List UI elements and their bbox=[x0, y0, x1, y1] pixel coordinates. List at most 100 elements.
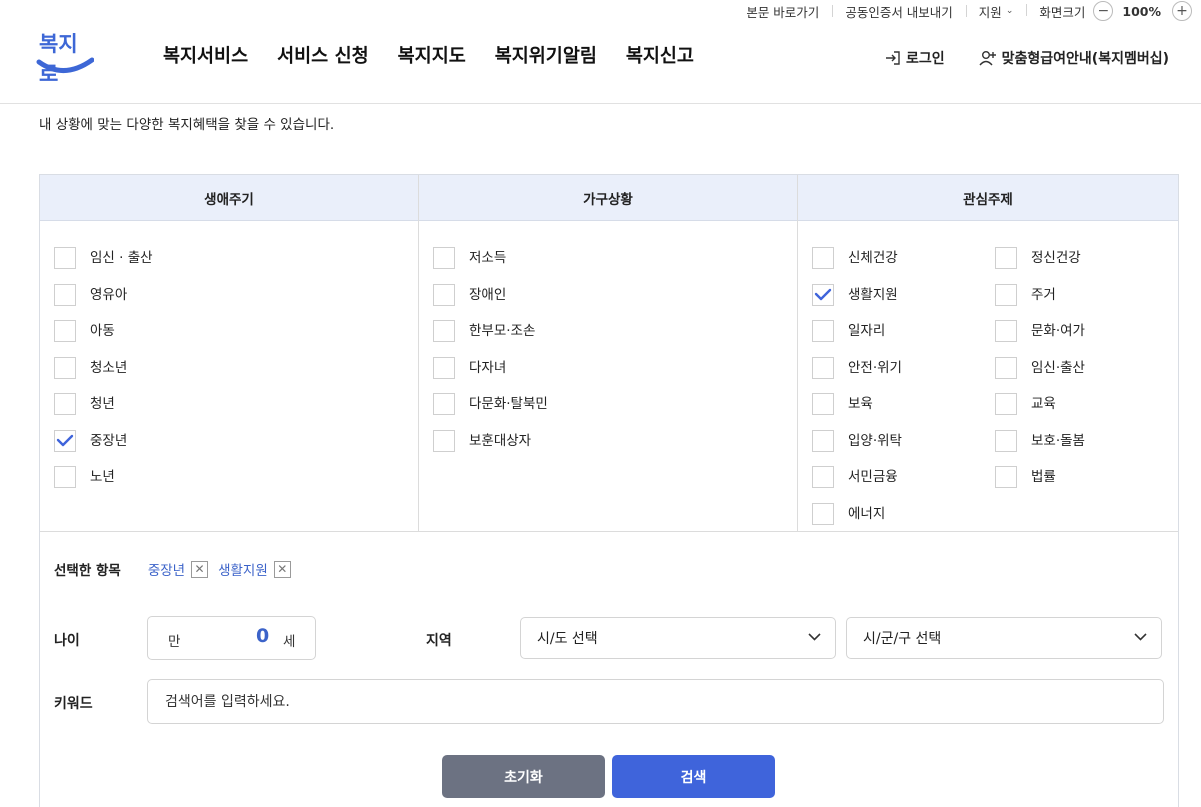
checkbox[interactable] bbox=[54, 283, 76, 306]
checkbox-item[interactable]: 다문화·탈북민 bbox=[433, 393, 797, 430]
checkbox[interactable] bbox=[54, 429, 76, 452]
checkbox-item[interactable]: 보육 bbox=[812, 393, 995, 430]
checkbox-item[interactable]: 정신건강 bbox=[995, 247, 1178, 284]
checkbox[interactable] bbox=[433, 283, 455, 306]
interest-list-left: 신체건강생활지원 일자리안전·위기보육 입양·위탁 서민금융 에너지 bbox=[812, 247, 995, 539]
close-icon[interactable]: ✕ bbox=[273, 560, 291, 578]
check-icon bbox=[56, 434, 74, 446]
checkbox-item[interactable]: 에너지 bbox=[812, 502, 995, 540]
utility-bar: 본문 바로가기 공동인증서 내보내기 지원 ⌄ 화면크기 − 100% + bbox=[733, 0, 1201, 22]
checkbox-item[interactable]: 주거 bbox=[995, 283, 1178, 321]
checkbox-item[interactable]: 중장년 bbox=[54, 429, 418, 467]
interest-column: 관심주제 신체건강 생활지원 일자리 안전·위기 보육 입양·위탁 서민금융 에너지 정신건강… bbox=[798, 175, 1178, 531]
chevron-down-icon bbox=[808, 633, 821, 641]
nav-crisis-alert[interactable]: 복지위기알림 bbox=[495, 42, 597, 68]
checkbox-item[interactable]: 청년 bbox=[54, 393, 418, 430]
membership-button[interactable]: 맞춤형급여안내(복지멤버십) bbox=[979, 48, 1169, 68]
checkbox[interactable] bbox=[433, 247, 455, 269]
skip-to-content-link[interactable]: 본문 바로가기 bbox=[733, 2, 832, 21]
nav-welfare-map[interactable]: 복지지도 bbox=[398, 42, 466, 68]
checkbox[interactable] bbox=[995, 283, 1017, 306]
checkbox-item[interactable]: 보훈대상자 bbox=[433, 429, 797, 467]
zoom-in-button[interactable]: + bbox=[1172, 1, 1192, 21]
checkbox-label: 장애인 bbox=[469, 286, 507, 303]
sigungu-select[interactable]: 시/군/구 선택 bbox=[846, 617, 1162, 659]
checkbox-label: 신체건강 bbox=[848, 250, 898, 266]
checkbox[interactable] bbox=[812, 356, 834, 379]
nav-welfare-report[interactable]: 복지신고 bbox=[626, 42, 694, 68]
checkbox[interactable] bbox=[54, 356, 76, 379]
selected-items-row: 선택한 항목 중장년 ✕ 생활지원 ✕ bbox=[54, 559, 301, 579]
support-dropdown[interactable]: 지원 ⌄ bbox=[965, 2, 1027, 21]
region-label: 지역 bbox=[426, 633, 452, 649]
site-header: 복지로 복지서비스 서비스 신청 복지지도 복지위기알림 복지신고 로그인 맞춤… bbox=[0, 22, 1201, 104]
checkbox-item[interactable]: 법률 bbox=[995, 466, 1178, 503]
checkbox-item[interactable]: 임신 · 출산 bbox=[54, 247, 418, 284]
checkbox-item[interactable]: 임신·출산 bbox=[995, 356, 1178, 394]
age-input[interactable]: 만 0 세 bbox=[147, 616, 316, 660]
checkbox[interactable] bbox=[995, 393, 1017, 415]
checkbox-item[interactable]: 입양·위탁 bbox=[812, 429, 995, 467]
keyword-input[interactable] bbox=[147, 679, 1164, 724]
checkbox-item[interactable]: 서민금융 bbox=[812, 466, 995, 503]
checkbox[interactable] bbox=[812, 429, 834, 452]
checkbox[interactable] bbox=[812, 393, 834, 415]
checkbox[interactable] bbox=[433, 393, 455, 415]
checkbox-item[interactable]: 생활지원 bbox=[812, 283, 995, 321]
intro-text: 내 상황에 맞는 다양한 복지혜택을 찾을 수 있습니다. bbox=[39, 117, 335, 133]
checkbox[interactable] bbox=[812, 502, 834, 525]
checkbox[interactable] bbox=[812, 320, 834, 342]
checkbox[interactable] bbox=[433, 429, 455, 452]
checkbox[interactable] bbox=[995, 247, 1017, 269]
plus-icon: + bbox=[1176, 3, 1188, 19]
zoom-out-button[interactable]: − bbox=[1093, 1, 1114, 21]
checkbox-item[interactable]: 한부모·조손 bbox=[433, 320, 797, 357]
checkbox-item[interactable]: 장애인 bbox=[433, 283, 797, 321]
checkbox-item[interactable]: 안전·위기 bbox=[812, 356, 995, 394]
checkbox[interactable] bbox=[995, 466, 1017, 488]
checkbox-item[interactable]: 문화·여가 bbox=[995, 320, 1178, 357]
checkbox-item[interactable]: 노년 bbox=[54, 466, 418, 503]
reset-button[interactable]: 초기화 bbox=[442, 755, 605, 798]
life-cycle-column: 생애주기 임신 · 출산 영유아 아동 청소년 청년 중장년 노년 bbox=[40, 175, 419, 531]
checkbox[interactable] bbox=[812, 283, 834, 306]
checkbox-item[interactable]: 일자리 bbox=[812, 320, 995, 357]
checkbox-item[interactable]: 아동 bbox=[54, 320, 418, 357]
site-logo[interactable]: 복지로 bbox=[36, 28, 96, 86]
checkbox[interactable] bbox=[433, 320, 455, 342]
checkbox[interactable] bbox=[995, 320, 1017, 342]
checkbox[interactable] bbox=[54, 466, 76, 488]
user-plus-icon bbox=[979, 51, 996, 66]
close-icon[interactable]: ✕ bbox=[191, 560, 209, 578]
checkbox[interactable] bbox=[812, 466, 834, 488]
checkbox-item[interactable]: 저소득 bbox=[433, 247, 797, 284]
life-cycle-list: 임신 · 출산 영유아 아동 청소년 청년중장년노년 bbox=[40, 221, 418, 503]
checkbox[interactable] bbox=[54, 393, 76, 415]
checkbox-item[interactable]: 신체건강 bbox=[812, 247, 995, 284]
checkbox-label: 안전·위기 bbox=[848, 359, 902, 376]
interest-list-right: 정신건강주거문화·여가 임신·출산 교육 보호·돌봄 법률 bbox=[995, 247, 1178, 539]
checkbox-item[interactable]: 다자녀 bbox=[433, 356, 797, 394]
sigungu-select-value: 시/군/구 선택 bbox=[863, 631, 942, 647]
selected-tag[interactable]: 생활지원 ✕ bbox=[218, 559, 291, 579]
checkbox[interactable] bbox=[995, 429, 1017, 452]
cert-export-link[interactable]: 공동인증서 내보내기 bbox=[832, 2, 965, 21]
checkbox-label: 중장년 bbox=[90, 432, 128, 449]
checkbox-item[interactable]: 영유아 bbox=[54, 283, 418, 321]
search-button[interactable]: 검색 bbox=[612, 755, 775, 798]
login-button[interactable]: 로그인 bbox=[885, 48, 945, 68]
checkbox-item[interactable]: 보호·돌봄 bbox=[995, 429, 1178, 467]
checkbox[interactable] bbox=[54, 247, 76, 269]
membership-label: 맞춤형급여안내(복지멤버십) bbox=[1001, 51, 1169, 67]
sido-select[interactable]: 시/도 선택 bbox=[520, 617, 836, 659]
checkbox-item[interactable]: 교육 bbox=[995, 393, 1178, 430]
checkbox-item[interactable]: 청소년 bbox=[54, 356, 418, 394]
checkbox[interactable] bbox=[995, 356, 1017, 379]
nav-service-application[interactable]: 서비스 신청 bbox=[277, 42, 369, 68]
checkbox-label: 주거 bbox=[1031, 286, 1056, 303]
selected-tag[interactable]: 중장년 ✕ bbox=[148, 559, 209, 579]
checkbox[interactable] bbox=[812, 247, 834, 269]
checkbox[interactable] bbox=[54, 320, 76, 342]
checkbox[interactable] bbox=[433, 356, 455, 379]
nav-welfare-services[interactable]: 복지서비스 bbox=[163, 42, 248, 68]
